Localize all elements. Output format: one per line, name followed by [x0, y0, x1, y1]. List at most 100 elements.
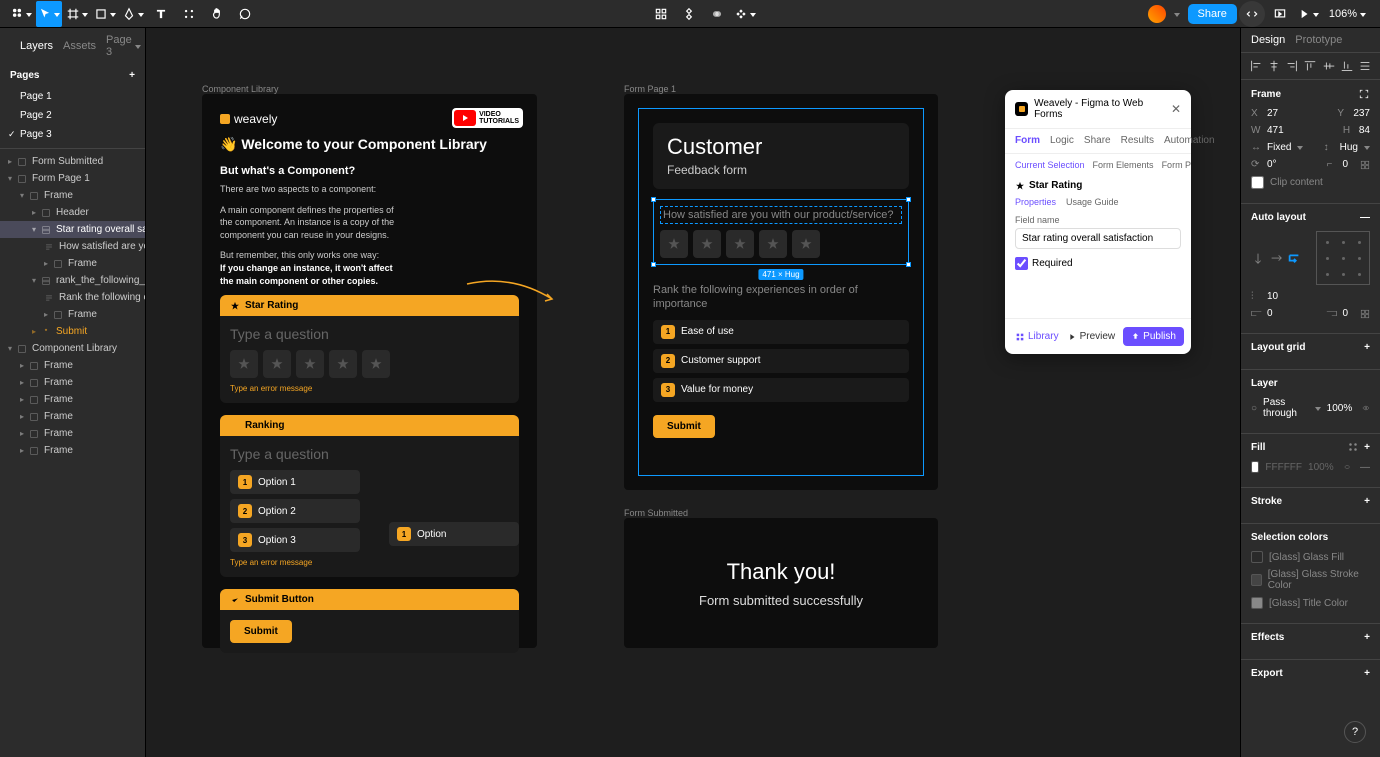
canvas[interactable]: Component Library Form Page 1 Form Submi… — [146, 28, 1240, 757]
field-name-input[interactable] — [1015, 228, 1181, 249]
pen-tool-button[interactable] — [120, 1, 146, 27]
mask-button[interactable] — [676, 1, 702, 27]
page-item-1[interactable]: Page 1 — [0, 87, 145, 106]
layers-tab[interactable]: Layers — [20, 40, 53, 52]
page-item-3[interactable]: Page 3 — [0, 125, 145, 144]
page-selector[interactable]: Page 3 — [106, 34, 141, 58]
layer-cl-frame-1[interactable]: Frame — [0, 357, 145, 374]
al-alignment-grid[interactable] — [1316, 231, 1370, 285]
align-hcenter-button[interactable] — [1267, 59, 1281, 73]
fill-styles-button[interactable] — [1348, 442, 1358, 452]
al-gap-value[interactable]: 10 — [1267, 291, 1278, 302]
align-top-button[interactable] — [1303, 59, 1317, 73]
hand-tool-button[interactable] — [204, 1, 230, 27]
frame-label-form[interactable]: Form Page 1 — [624, 84, 676, 94]
al-wrap-button[interactable] — [1287, 251, 1301, 265]
blend-mode[interactable]: Pass through — [1263, 397, 1309, 419]
artboard-form-submitted[interactable]: Thank you! Form submitted successfully — [624, 518, 938, 648]
resize-to-fit-button[interactable] — [1358, 88, 1370, 100]
w-value[interactable]: 471 — [1267, 125, 1284, 136]
layer-frame-3[interactable]: Frame — [0, 306, 145, 323]
h-value[interactable]: 84 — [1359, 125, 1370, 136]
frame-label-clib[interactable]: Component Library — [202, 84, 279, 94]
al-pad-h[interactable]: 0 — [1267, 308, 1273, 319]
publish-button[interactable]: Publish — [1123, 327, 1184, 346]
selected-star-rating-frame[interactable]: How satisfied are you with our product/s… — [653, 199, 909, 265]
artboard-component-library[interactable]: weavely VIDEOTUTORIALS 👋 Welcome to your… — [202, 94, 537, 648]
remove-fill-button[interactable]: — — [1360, 462, 1370, 473]
add-page-button[interactable] — [129, 70, 135, 81]
required-checkbox[interactable] — [1015, 257, 1028, 270]
fill-visibility-icon[interactable] — [1344, 462, 1350, 472]
align-vcenter-button[interactable] — [1322, 59, 1336, 73]
video-tutorials-button[interactable]: VIDEOTUTORIALS — [452, 108, 523, 128]
layer-frame-2[interactable]: Frame — [0, 255, 145, 272]
figma-menu-button[interactable] — [8, 1, 34, 27]
create-component-button[interactable] — [732, 1, 758, 27]
align-right-button[interactable] — [1285, 59, 1299, 73]
align-more-button[interactable] — [1358, 59, 1372, 73]
rotation-value[interactable]: 0° — [1267, 159, 1277, 170]
comment-tool-button[interactable] — [232, 1, 258, 27]
plugin-tab-share[interactable]: Share — [1084, 135, 1111, 147]
plugin-tab-form[interactable]: Form — [1015, 135, 1040, 147]
layer-cl-frame-3[interactable]: Frame — [0, 391, 145, 408]
plugin-tab-automation[interactable]: Automation — [1164, 135, 1215, 147]
plugin-subtab-elements[interactable]: Form Elements — [1093, 160, 1154, 170]
plugin-props-tab[interactable]: Properties — [1015, 197, 1056, 207]
help-button[interactable]: ? — [1344, 721, 1366, 743]
v-constraint[interactable]: Hug — [1340, 142, 1358, 153]
align-bottom-button[interactable] — [1340, 59, 1354, 73]
frame-tool-button[interactable] — [64, 1, 90, 27]
al-pad-independent[interactable] — [1360, 309, 1370, 319]
move-tool-button[interactable] — [36, 1, 62, 27]
add-export-button[interactable] — [1364, 668, 1370, 679]
fill-color-swatch[interactable] — [1251, 461, 1259, 473]
layer-rank-following-text[interactable]: Rank the following experi... — [0, 289, 145, 306]
text-tool-button[interactable] — [148, 1, 174, 27]
sc-swatch-1[interactable] — [1251, 551, 1263, 563]
layer-cl-frame-6[interactable]: Frame — [0, 442, 145, 459]
plugin-subtab-pages[interactable]: Form Pages — [1162, 160, 1191, 170]
design-tab[interactable]: Design — [1251, 34, 1285, 46]
weavely-plugin-panel[interactable]: Weavely - Figma to Web Forms ✕ Form Logi… — [1005, 90, 1191, 354]
zoom-dropdown[interactable]: 106% — [1323, 8, 1372, 20]
plugin-close-button[interactable]: ✕ — [1171, 102, 1181, 116]
auto-layout-remove[interactable]: — — [1360, 212, 1370, 223]
user-avatar[interactable] — [1148, 5, 1166, 23]
frame-label-submitted[interactable]: Form Submitted — [624, 508, 688, 518]
resources-button[interactable] — [176, 1, 202, 27]
layer-cl-frame-5[interactable]: Frame — [0, 425, 145, 442]
sc-swatch-2[interactable] — [1251, 574, 1262, 586]
x-value[interactable]: 27 — [1267, 108, 1278, 119]
selection-handle-tl[interactable] — [651, 197, 656, 202]
layer-cl-frame-4[interactable]: Frame — [0, 408, 145, 425]
add-layout-grid[interactable] — [1364, 342, 1370, 353]
y-value[interactable]: 237 — [1353, 108, 1370, 119]
prototype-tab[interactable]: Prototype — [1295, 34, 1342, 46]
radius-value[interactable]: 0 — [1342, 159, 1348, 170]
layer-frame-1[interactable]: Frame — [0, 187, 145, 204]
layer-cl-frame-2[interactable]: Frame — [0, 374, 145, 391]
al-vertical-button[interactable] — [1251, 251, 1265, 265]
layer-form-page-1[interactable]: Form Page 1 — [0, 170, 145, 187]
al-horizontal-button[interactable] — [1269, 251, 1283, 265]
layer-rank-following[interactable]: rank_the_following_experience... — [0, 272, 145, 289]
assets-tab[interactable]: Assets — [63, 40, 96, 52]
fill-opacity[interactable]: 100% — [1308, 462, 1334, 473]
selection-handle-br[interactable] — [906, 262, 911, 267]
al-pad-v[interactable]: 0 — [1342, 308, 1348, 319]
preview-button[interactable]: Preview — [1067, 331, 1116, 342]
library-link[interactable]: Library — [1015, 331, 1059, 342]
layer-opacity[interactable]: 100% — [1327, 403, 1353, 414]
align-left-button[interactable] — [1249, 59, 1263, 73]
add-fill-button[interactable] — [1364, 442, 1370, 453]
share-button[interactable]: Share — [1188, 4, 1237, 24]
radius-independent-button[interactable] — [1360, 160, 1370, 170]
page-item-2[interactable]: Page 2 — [0, 106, 145, 125]
shape-tool-button[interactable] — [92, 1, 118, 27]
layer-submit[interactable]: Submit — [0, 323, 145, 340]
plugin-subtab-current[interactable]: Current Selection — [1015, 160, 1085, 170]
plugin-tab-results[interactable]: Results — [1121, 135, 1154, 147]
plugin-tab-logic[interactable]: Logic — [1050, 135, 1074, 147]
